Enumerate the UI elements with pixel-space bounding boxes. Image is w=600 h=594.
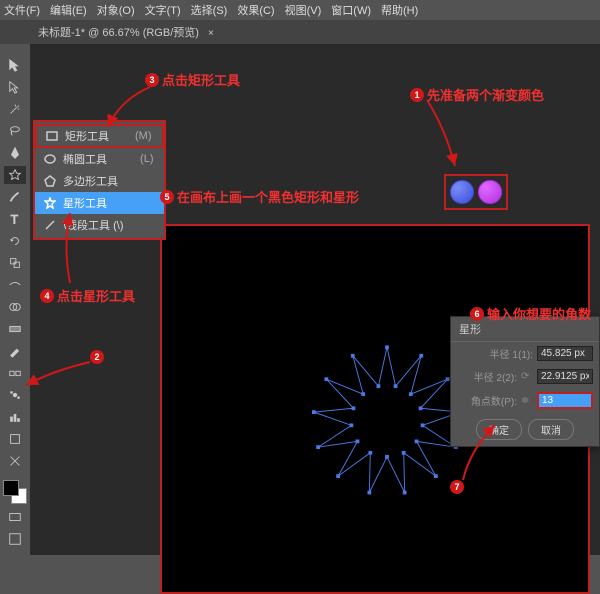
anno-6: 6输入你想要的角数 xyxy=(470,304,591,323)
selection-tool[interactable] xyxy=(4,56,26,74)
arrow-4 xyxy=(55,208,85,288)
ellipse-icon xyxy=(43,152,57,166)
menu-edit[interactable]: 编辑(E) xyxy=(50,2,87,18)
anno-1: 1先准备两个渐变颜色 xyxy=(410,85,544,104)
menu-window[interactable]: 窗口(W) xyxy=(331,2,371,18)
rect-icon xyxy=(45,129,59,143)
anno-7: 7 xyxy=(450,480,464,494)
brush-tool[interactable] xyxy=(4,188,26,206)
cancel-button[interactable]: 取消 xyxy=(528,419,574,440)
shape-tool[interactable] xyxy=(4,166,26,184)
direct-select-tool[interactable] xyxy=(4,78,26,96)
fg-color[interactable] xyxy=(3,480,19,496)
flyout-polygon-label: 多边形工具 xyxy=(63,173,118,189)
gradient-tool[interactable] xyxy=(4,320,26,338)
type-tool[interactable]: T xyxy=(4,210,26,228)
slice-tool[interactable] xyxy=(4,452,26,470)
menu-effect[interactable]: 效果(C) xyxy=(237,2,274,18)
shape-flyout: 矩形工具 (M) 椭圆工具 (L) 多边形工具 星形工具 \线段工具 (\) xyxy=(33,120,166,240)
scale-tool[interactable] xyxy=(4,254,26,272)
shapebuilder-tool[interactable] xyxy=(4,298,26,316)
arrow-3 xyxy=(100,85,160,135)
flyout-polygon[interactable]: 多边形工具 xyxy=(35,170,164,192)
screen-mode[interactable] xyxy=(4,508,26,526)
menu-select[interactable]: 选择(S) xyxy=(191,2,228,18)
close-icon[interactable]: × xyxy=(208,28,214,39)
color-picker[interactable] xyxy=(3,480,27,504)
lasso-tool[interactable] xyxy=(4,122,26,140)
points-label: 角点数(P): xyxy=(457,393,517,408)
arrow-1 xyxy=(415,98,465,173)
artboard-tool[interactable] xyxy=(4,430,26,448)
tabbar: 未标题-1* @ 66.67% (RGB/预览) × xyxy=(0,20,600,44)
wand-tool[interactable] xyxy=(4,100,26,118)
menu-type[interactable]: 文字(T) xyxy=(145,2,181,18)
anno-3: 3点击矩形工具 xyxy=(145,70,240,89)
radius2-input[interactable] xyxy=(537,369,593,384)
width-tool[interactable] xyxy=(4,276,26,294)
radius2-label: 半径 2(2): xyxy=(457,369,517,384)
svg-text:T: T xyxy=(11,212,19,226)
flyout-ellipse[interactable]: 椭圆工具 (L) xyxy=(35,148,164,170)
screen-mode-2[interactable] xyxy=(4,530,26,548)
graph-tool[interactable] xyxy=(4,408,26,426)
document-tab[interactable]: 未标题-1* @ 66.67% (RGB/预览) × xyxy=(30,24,222,40)
menubar: 文件(F) 编辑(E) 对象(O) 文字(T) 选择(S) 效果(C) 视图(V… xyxy=(0,0,600,20)
tab-title: 未标题-1* @ 66.67% (RGB/预览) xyxy=(38,27,199,39)
flyout-ellipse-sc: (L) xyxy=(120,153,153,165)
anno-5: 5在画布上画一个黑色矩形和星形 xyxy=(160,187,359,206)
toolbar: T xyxy=(0,44,30,555)
menu-file[interactable]: 文件(F) xyxy=(4,2,40,18)
arrow-7 xyxy=(455,420,505,485)
anno-2: 2 xyxy=(90,350,104,364)
gradient-swatches xyxy=(444,174,508,210)
arrow-2 xyxy=(20,360,95,390)
swatch-purple[interactable] xyxy=(478,180,502,204)
radius1-label: 半径 1(1): xyxy=(457,346,533,361)
pen-tool[interactable] xyxy=(4,144,26,162)
menu-view[interactable]: 视图(V) xyxy=(285,2,322,18)
anno-4: 4点击星形工具 xyxy=(40,286,135,305)
points-input[interactable] xyxy=(537,392,593,409)
link-icon[interactable]: ⟳ xyxy=(521,371,533,382)
eyedropper-tool[interactable] xyxy=(4,342,26,360)
menu-object[interactable]: 对象(O) xyxy=(97,2,135,18)
flyout-ellipse-label: 椭圆工具 xyxy=(63,151,107,167)
radius1-input[interactable] xyxy=(537,346,593,361)
rotate-tool[interactable] xyxy=(4,232,26,250)
menu-help[interactable]: 帮助(H) xyxy=(381,2,418,18)
star-shape[interactable] xyxy=(302,336,472,506)
polygon-icon xyxy=(43,174,57,188)
swatch-blue[interactable] xyxy=(450,180,474,204)
stepper-icon[interactable]: ≑ xyxy=(521,395,533,406)
